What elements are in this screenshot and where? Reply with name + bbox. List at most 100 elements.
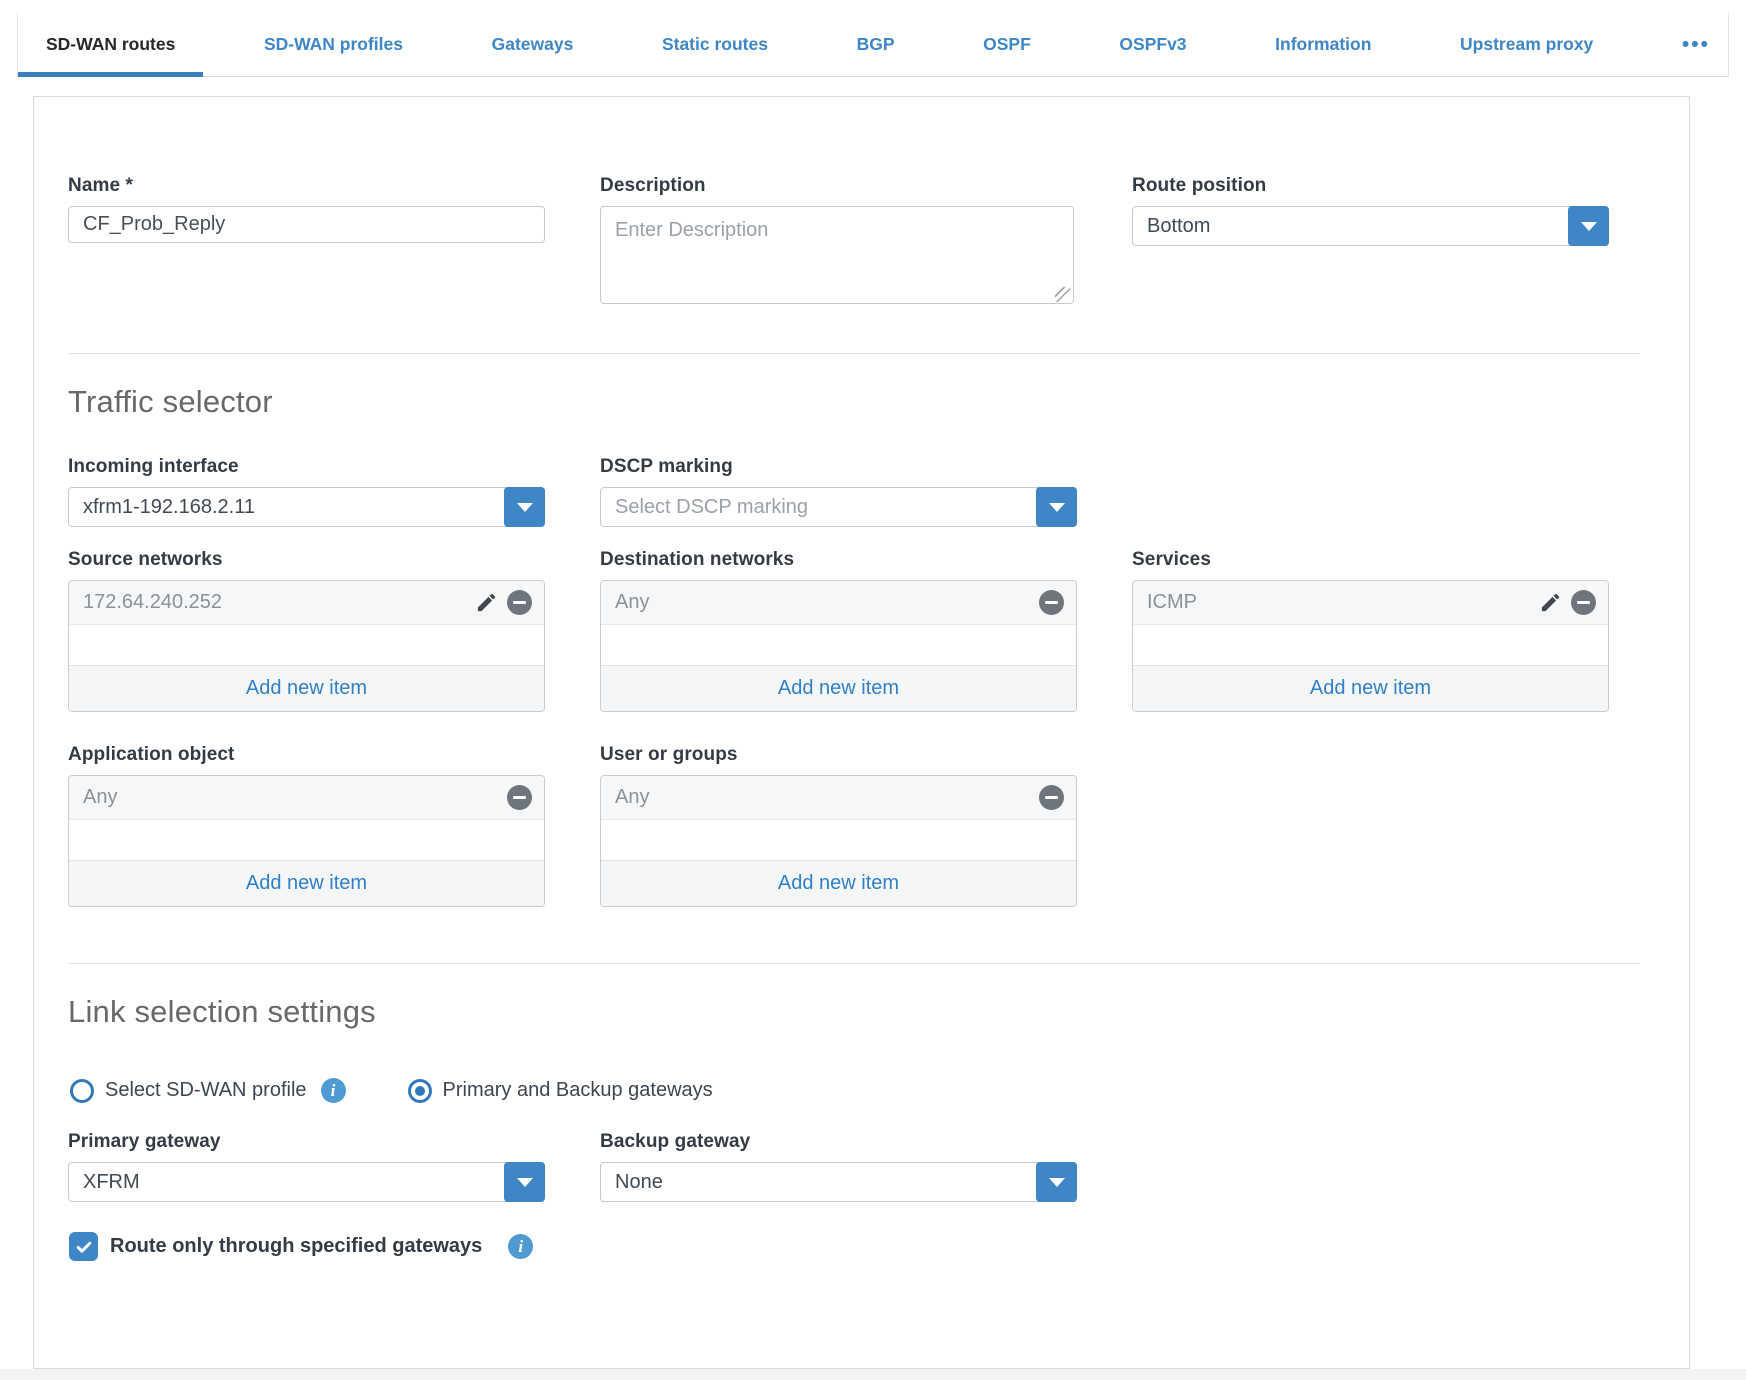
page-bottom-strip [0, 1369, 1746, 1380]
radio-primary-backup-gateways[interactable] [408, 1079, 432, 1103]
source-networks-list: 172.64.240.252 Add new item [68, 580, 545, 712]
tab-upstream-proxy[interactable]: Upstream proxy [1432, 13, 1621, 76]
remove-minus-icon[interactable] [1039, 590, 1064, 615]
tab-label: Information [1275, 34, 1371, 55]
sdwan-route-form-panel: Name * Description Route position Bottom… [33, 96, 1690, 1369]
tab-gateways[interactable]: Gateways [464, 13, 602, 76]
description-textarea[interactable] [600, 206, 1074, 304]
remove-minus-icon[interactable] [1039, 785, 1064, 810]
list-item: Any [601, 776, 1076, 820]
tab-label: Static routes [662, 34, 768, 55]
tab-static-routes[interactable]: Static routes [634, 13, 796, 76]
application-object-label: Application object [68, 744, 545, 766]
edit-pencil-icon[interactable] [475, 591, 498, 614]
list-item: ICMP [1133, 581, 1608, 625]
chevron-down-icon[interactable] [1568, 206, 1609, 246]
tab-sdwan-profiles[interactable]: SD-WAN profiles [236, 13, 431, 76]
link-selection-heading: Link selection settings [68, 994, 1656, 1030]
destination-networks-label: Destination networks [600, 549, 1077, 571]
dscp-marking-label: DSCP marking [600, 456, 1077, 478]
edit-pencil-icon[interactable] [1539, 591, 1562, 614]
backup-gateway-field: Backup gateway None [600, 1131, 1077, 1202]
tab-label: Gateways [492, 34, 574, 55]
remove-minus-icon[interactable] [507, 785, 532, 810]
source-networks-field: Source networks 172.64.240.252 Add new i… [68, 549, 545, 712]
traffic-selector-heading: Traffic selector [68, 384, 1656, 420]
add-new-item-button[interactable]: Add new item [69, 665, 544, 711]
destination-networks-field: Destination networks Any Add new item [600, 549, 1077, 712]
add-new-item-button[interactable]: Add new item [69, 860, 544, 906]
dscp-marking-field: DSCP marking Select DSCP marking [600, 456, 1077, 527]
chevron-down-icon[interactable] [504, 487, 545, 527]
list-item: Any [69, 776, 544, 820]
primary-gateway-field: Primary gateway XFRM [68, 1131, 545, 1202]
dscp-marking-dropdown[interactable]: Select DSCP marking [600, 487, 1077, 527]
tab-bgp[interactable]: BGP [829, 13, 923, 76]
route-position-field: Route position Bottom [1132, 175, 1609, 309]
incoming-interface-field: Incoming interface xfrm1-192.168.2.11 [68, 456, 545, 527]
info-icon[interactable]: i [508, 1234, 533, 1259]
user-or-groups-label: User or groups [600, 744, 1077, 766]
incoming-interface-dropdown[interactable]: xfrm1-192.168.2.11 [68, 487, 545, 527]
tab-ospf[interactable]: OSPF [955, 13, 1059, 76]
description-field: Description [600, 175, 1077, 309]
list-item-text: ICMP [1147, 591, 1539, 614]
more-tabs-icon: ••• [1682, 33, 1710, 57]
tab-label: OSPFv3 [1119, 34, 1186, 55]
route-only-row: Route only through specified gateways i [69, 1232, 1656, 1261]
name-input[interactable] [68, 206, 545, 243]
chevron-down-icon[interactable] [1036, 487, 1077, 527]
list-item-text: 172.64.240.252 [83, 591, 475, 614]
route-position-label: Route position [1132, 175, 1609, 197]
add-new-item-button[interactable]: Add new item [1133, 665, 1608, 711]
source-networks-label: Source networks [68, 549, 545, 571]
add-new-item-button[interactable]: Add new item [601, 665, 1076, 711]
tab-label: OSPF [983, 34, 1031, 55]
tab-more-ellipsis[interactable]: ••• [1654, 13, 1728, 76]
list-item: Any [601, 581, 1076, 625]
tab-information[interactable]: Information [1247, 13, 1399, 76]
services-label: Services [1132, 549, 1609, 571]
radio-label-primary-backup: Primary and Backup gateways [443, 1079, 713, 1102]
route-position-value: Bottom [1147, 215, 1210, 238]
dscp-marking-placeholder: Select DSCP marking [615, 496, 808, 519]
destination-networks-list: Any Add new item [600, 580, 1077, 712]
incoming-interface-value: xfrm1-192.168.2.11 [83, 496, 255, 519]
link-selection-radio-group: Select SD-WAN profile i Primary and Back… [70, 1078, 1656, 1103]
primary-gateway-dropdown[interactable]: XFRM [68, 1162, 545, 1202]
tab-label: SD-WAN profiles [264, 34, 403, 55]
name-field: Name * [68, 175, 545, 309]
remove-minus-icon[interactable] [507, 590, 532, 615]
name-label: Name * [68, 175, 545, 197]
radio-select-sdwan-profile[interactable] [70, 1079, 94, 1103]
tab-label: BGP [857, 34, 895, 55]
list-item-text: Any [615, 786, 1039, 809]
tab-bar: SD-WAN routes SD-WAN profiles Gateways S… [17, 13, 1729, 77]
route-position-dropdown[interactable]: Bottom [1132, 206, 1609, 246]
route-only-label: Route only through specified gateways [110, 1235, 482, 1258]
backup-gateway-value: None [615, 1171, 663, 1194]
tab-sdwan-routes[interactable]: SD-WAN routes [18, 13, 203, 76]
backup-gateway-dropdown[interactable]: None [600, 1162, 1077, 1202]
section-divider [68, 963, 1640, 964]
add-new-item-button[interactable]: Add new item [601, 860, 1076, 906]
list-item: 172.64.240.252 [69, 581, 544, 625]
tab-ospfv3[interactable]: OSPFv3 [1091, 13, 1214, 76]
application-object-field: Application object Any Add new item [68, 744, 545, 907]
user-or-groups-field: User or groups Any Add new item [600, 744, 1077, 907]
services-field: Services ICMP Add new item [1132, 549, 1609, 712]
tab-label: Upstream proxy [1460, 34, 1593, 55]
remove-minus-icon[interactable] [1571, 590, 1596, 615]
tab-label: SD-WAN routes [46, 34, 175, 55]
resize-handle-icon[interactable] [1055, 287, 1070, 302]
info-icon[interactable]: i [321, 1078, 346, 1103]
list-item-text: Any [615, 591, 1039, 614]
primary-gateway-value: XFRM [83, 1171, 140, 1194]
description-label: Description [600, 175, 1077, 197]
chevron-down-icon[interactable] [504, 1162, 545, 1202]
chevron-down-icon[interactable] [1036, 1162, 1077, 1202]
backup-gateway-label: Backup gateway [600, 1131, 1077, 1153]
list-item-text: Any [83, 786, 507, 809]
route-only-checkbox[interactable] [69, 1232, 98, 1261]
services-list: ICMP Add new item [1132, 580, 1609, 712]
